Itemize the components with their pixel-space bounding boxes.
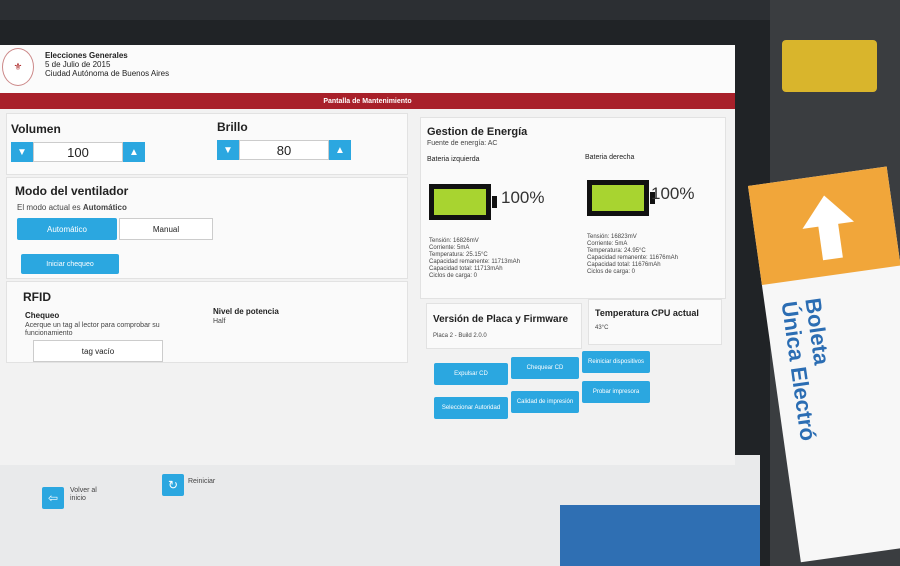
- rfid-tag-status: tag vacío: [33, 340, 163, 362]
- page-title: Pantalla de Mantenimiento: [0, 93, 735, 109]
- fan-title: Modo del ventilador: [15, 184, 129, 198]
- left-battery-total: Capacidad total: 11713mAh: [429, 266, 503, 272]
- brightness-stepper: ▼ 80 ▲: [217, 140, 351, 160]
- energy-panel: Gestion de Energía Fuente de energía: AC…: [420, 117, 726, 299]
- right-battery-icon: [587, 180, 655, 216]
- rfid-power-label: Nivel de potencia: [213, 307, 279, 316]
- ballot-tab: [748, 166, 900, 286]
- election-city: Ciudad Autónoma de Buenos Aires: [45, 69, 170, 78]
- left-battery-current: Corriente: 5mA: [429, 245, 470, 251]
- fan-panel: Modo del ventilador El modo actual es Au…: [6, 177, 408, 279]
- brightness-value: 80: [239, 140, 329, 160]
- rfid-panel: RFID Chequeo Acerque un tag al lector pa…: [6, 281, 408, 363]
- restart-label[interactable]: Reiniciar: [188, 478, 215, 486]
- firmware-value: Placa 2 - Build 2.0.0: [433, 333, 487, 339]
- volume-down-button[interactable]: ▼: [11, 142, 33, 162]
- left-battery-terminal: [492, 196, 497, 208]
- rfid-power-value: Half: [213, 318, 226, 325]
- volume-label: Volumen: [11, 122, 61, 136]
- fan-mode-text: El modo actual es Automático: [17, 204, 127, 212]
- rfid-title: RFID: [23, 290, 51, 304]
- brightness-down-button[interactable]: ▼: [217, 140, 239, 160]
- cpu-title: Temperatura CPU actual: [595, 308, 699, 318]
- start-checks-button[interactable]: Iniciar chequeo: [21, 254, 119, 274]
- election-date: 5 de Julio de 2015: [45, 60, 111, 69]
- restart-icon[interactable]: ↻: [162, 474, 184, 496]
- right-battery-temp: Temperatura: 24.95°C: [587, 248, 646, 254]
- right-battery-tension: Tensión: 16823mV: [587, 234, 637, 240]
- left-battery-fill: [434, 189, 486, 215]
- right-battery-current: Corriente: 5mA: [587, 241, 628, 247]
- blue-device-part: [560, 505, 760, 566]
- test-printer-button[interactable]: Probar impresora: [582, 381, 650, 403]
- header-text: Elecciones Generales 5 de Julio de 2015 …: [45, 51, 169, 78]
- election-title: Elecciones Generales: [45, 51, 128, 60]
- right-battery-total: Capacidad total: 11676mAh: [587, 262, 661, 268]
- right-battery-remaining: Capacidad remanente: 11676mAh: [587, 255, 678, 261]
- right-battery-fill: [592, 185, 644, 211]
- select-authority-button[interactable]: Seleccionar Autoridad: [434, 397, 508, 419]
- back-home-icon[interactable]: ⇦: [42, 487, 64, 509]
- left-battery-tension: Tensión: 16826mV: [429, 238, 479, 244]
- city-logo-icon: ⚜: [2, 48, 34, 86]
- left-battery-remaining: Capacidad remanente: 11713mAh: [429, 259, 520, 265]
- fan-manual-button[interactable]: Manual: [119, 218, 213, 240]
- left-battery-percent: 100%: [501, 188, 545, 207]
- back-home-label[interactable]: Volver al inicio: [70, 487, 110, 503]
- audio-video-panel: Volumen ▼ 100 ▲ Brillo ▼ 80 ▲: [6, 113, 408, 175]
- left-battery-stats: Tensión: 16826mV Corriente: 5mA Temperat…: [429, 238, 520, 280]
- fan-mode-prefix: El modo actual es: [17, 203, 81, 212]
- maintenance-screen: ⚜ Elecciones Generales 5 de Julio de 201…: [0, 45, 735, 465]
- print-quality-button[interactable]: Calidad de impresión: [511, 391, 579, 413]
- left-battery-icon: [429, 184, 497, 220]
- brightness-up-button[interactable]: ▲: [329, 140, 351, 160]
- eject-cd-button[interactable]: Expulsar CD: [434, 363, 508, 385]
- check-cd-button[interactable]: Chequear CD: [511, 357, 579, 379]
- bezel-top-edge: [0, 0, 780, 20]
- ballot-label: Boleta Única Electró: [777, 296, 844, 442]
- right-battery-percent: 100%: [651, 184, 695, 203]
- fan-auto-button[interactable]: Automático: [17, 218, 117, 240]
- up-arrow-stem: [818, 221, 843, 261]
- volume-stepper: ▼ 100 ▲: [11, 142, 145, 162]
- left-battery-temp: Temperatura: 25.15°C: [429, 252, 488, 258]
- restart-devices-button[interactable]: Reiniciar dispositivos: [582, 351, 650, 373]
- fan-mode-value: Automático: [82, 203, 127, 212]
- right-battery-cycles: Ciclos de carga: 0: [587, 269, 636, 275]
- yellow-device-part: [782, 40, 877, 92]
- right-battery-name: Bateria derecha: [585, 154, 635, 161]
- brightness-label: Brillo: [217, 120, 248, 134]
- rfid-check-desc: Acerque un tag al lector para comprobar …: [25, 322, 160, 337]
- header: ⚜ Elecciones Generales 5 de Julio de 201…: [0, 45, 735, 93]
- firmware-panel: Versión de Placa y Firmware Placa 2 - Bu…: [426, 303, 582, 349]
- left-battery-name: Bateria izquierda: [427, 156, 480, 163]
- energy-title: Gestion de Energía: [427, 126, 528, 138]
- cpu-temp-value: 43°C: [595, 325, 609, 331]
- firmware-title: Versión de Placa y Firmware: [433, 314, 569, 325]
- left-battery-cycles: Ciclos de carga: 0: [429, 273, 478, 279]
- energy-source: Fuente de energía: AC: [427, 140, 498, 147]
- right-battery-stats: Tensión: 16823mV Corriente: 5mA Temperat…: [587, 234, 678, 276]
- cpu-panel: Temperatura CPU actual 43°C: [588, 299, 722, 345]
- volume-value: 100: [33, 142, 123, 162]
- volume-up-button[interactable]: ▲: [123, 142, 145, 162]
- rfid-check-label: Chequeo: [25, 311, 60, 320]
